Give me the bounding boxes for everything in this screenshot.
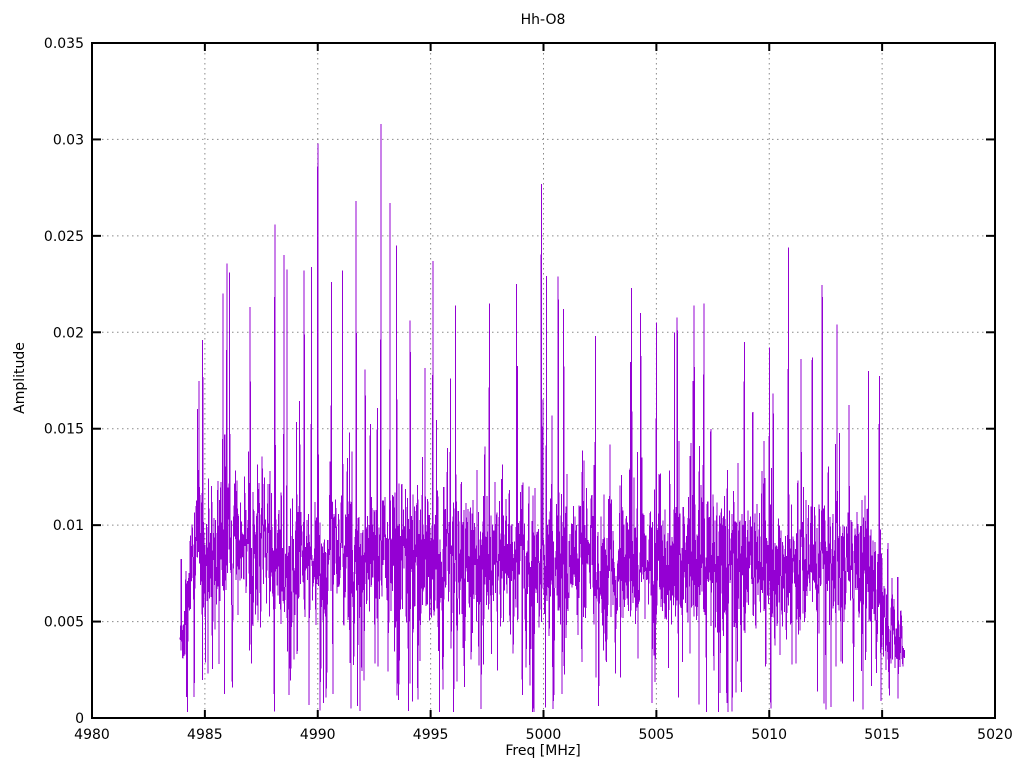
y-tick-label: 0.025 bbox=[44, 229, 84, 245]
x-axis-label: Freq [MHz] bbox=[505, 743, 580, 759]
chart-page: 4980 4985 4990 4995 5000 5005 5010 5015 5020 0 0.0… bbox=[0, 0, 1024, 768]
chart-title: Hh-O8 bbox=[521, 12, 566, 28]
y-tick-label: 0.03 bbox=[53, 132, 84, 148]
x-tick-label: 5000 bbox=[526, 727, 562, 743]
x-tick-label: 5020 bbox=[977, 727, 1013, 743]
y-tick-label: 0 bbox=[75, 711, 84, 727]
x-tick-label: 5010 bbox=[751, 727, 787, 743]
x-tick-label: 4990 bbox=[300, 727, 336, 743]
y-tick-label: 0.02 bbox=[53, 325, 84, 341]
y-tick-label: 0.015 bbox=[44, 422, 84, 438]
y-axis-label: Amplitude bbox=[12, 342, 28, 414]
spectrum-chart: 4980 4985 4990 4995 5000 5005 5010 5015 5020 0 0.0… bbox=[12, 12, 1013, 759]
x-tick-label: 4985 bbox=[187, 727, 223, 743]
y-tick-label: 0.01 bbox=[53, 518, 84, 534]
x-tick-label: 4980 bbox=[74, 727, 110, 743]
x-tick-label: 4995 bbox=[413, 727, 449, 743]
tick-labels: 4980 4985 4990 4995 5000 5005 5010 5015 5020 0 0.0… bbox=[44, 36, 1013, 743]
y-tick-label: 0.005 bbox=[44, 615, 84, 631]
x-tick-label: 5015 bbox=[864, 727, 900, 743]
spectrum-trace bbox=[179, 123, 906, 713]
y-tick-label: 0.035 bbox=[44, 36, 84, 52]
x-tick-label: 5005 bbox=[639, 727, 675, 743]
spectrum-line bbox=[179, 123, 906, 713]
